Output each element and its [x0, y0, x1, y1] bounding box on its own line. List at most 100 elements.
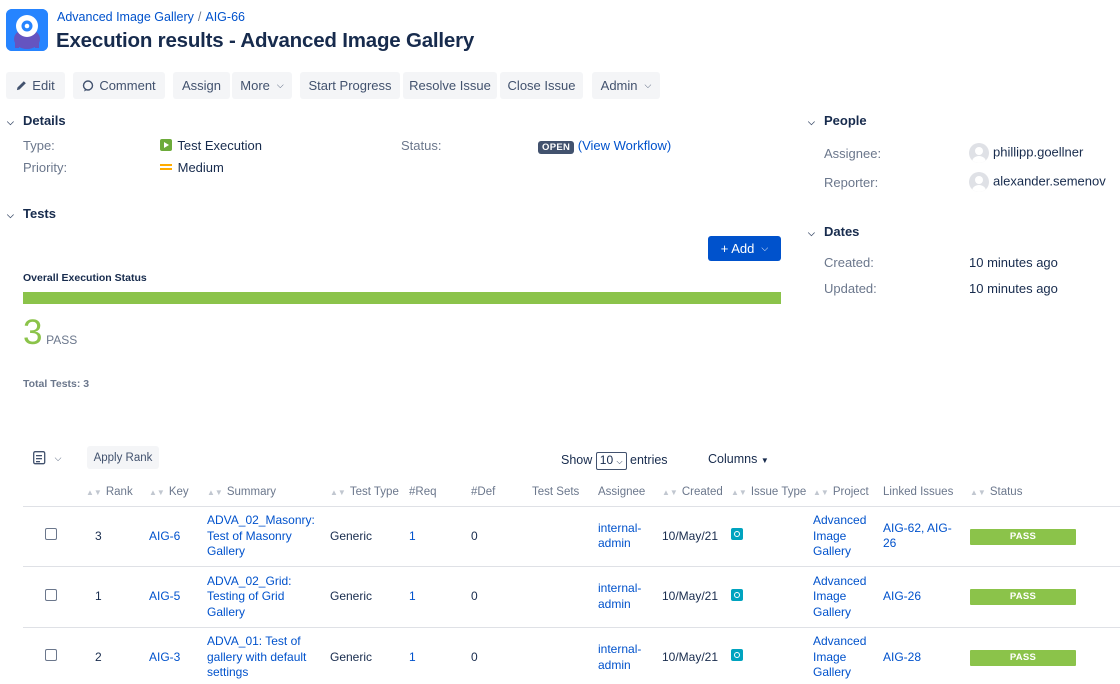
- column-header-test-type[interactable]: ▲▼ Test Type: [330, 478, 409, 506]
- priority-medium-icon: [160, 164, 172, 170]
- summary-link[interactable]: ADVA_02_Grid: Testing of Grid Gallery: [207, 574, 292, 619]
- req-link[interactable]: 1: [409, 529, 416, 543]
- status-cell: PASS: [970, 566, 1120, 627]
- pencil-icon: [17, 81, 27, 91]
- summary-link[interactable]: ADVA_01: Test of gallery with default se…: [207, 634, 306, 679]
- summary-cell: ADVA_02_Grid: Testing of Grid Gallery: [207, 566, 330, 627]
- req-link[interactable]: 1: [409, 589, 416, 603]
- project-link[interactable]: Advanced Image Gallery: [813, 513, 866, 558]
- chevron-down-icon: ⌵: [644, 80, 652, 90]
- breadcrumb-separator: /: [197, 10, 202, 24]
- column-header-label: Project: [832, 485, 869, 498]
- select-column-header: [23, 478, 86, 506]
- row-actions-menu[interactable]: ⌵: [33, 449, 61, 465]
- more-button[interactable]: More ⌵: [232, 72, 292, 99]
- assignee-name: phillipp.goellner: [993, 144, 1084, 160]
- pass-count: 3: [23, 313, 43, 352]
- dates-toggle[interactable]: ⌵ Dates: [808, 224, 859, 239]
- column-header-status[interactable]: ▲▼ Status: [970, 478, 1120, 506]
- breadcrumb-project-link[interactable]: Advanced Image Gallery: [57, 10, 194, 24]
- entries-select-value: 10: [599, 453, 614, 467]
- column-header-rank[interactable]: ▲▼ Rank: [86, 478, 149, 506]
- chevron-down-icon: ⌵: [761, 243, 769, 253]
- summary-link[interactable]: ADVA_02_Masonry: Test of Masonry Gallery: [207, 513, 315, 558]
- view-workflow-close-paren: ): [666, 138, 672, 153]
- test-issue-type-icon: [731, 528, 743, 540]
- assign-button[interactable]: Assign: [173, 72, 230, 99]
- assignee-link[interactable]: internal-admin: [598, 581, 641, 611]
- created-cell: 10/May/21: [662, 626, 731, 684]
- table-row: 1 AIG-5 ADVA_02_Grid: Testing of Grid Ga…: [23, 566, 1120, 627]
- issue-type-cell: [731, 626, 813, 684]
- breadcrumb-issue-link[interactable]: AIG-66: [205, 10, 245, 24]
- resolve-issue-button[interactable]: Resolve Issue: [403, 72, 497, 99]
- assignee-link[interactable]: internal-admin: [598, 521, 641, 551]
- reporter-value[interactable]: alexander.semenov: [969, 172, 1106, 192]
- test-type-cell: Generic: [330, 566, 409, 627]
- req-link[interactable]: 1: [409, 650, 416, 664]
- created-label: Created:: [824, 255, 874, 270]
- column-header-key[interactable]: ▲▼ Key: [149, 478, 207, 506]
- details-toggle[interactable]: ⌵ Details: [7, 113, 66, 128]
- row-checkbox[interactable]: [45, 649, 57, 662]
- project-link[interactable]: Advanced Image Gallery: [813, 574, 866, 619]
- column-header-summary[interactable]: ▲▼ Summary: [207, 478, 330, 506]
- row-checkbox[interactable]: [45, 588, 57, 601]
- chevron-down-icon: ⌵: [808, 228, 815, 238]
- admin-label: Admin: [600, 78, 638, 93]
- row-checkbox[interactable]: [45, 528, 57, 540]
- column-header-project[interactable]: ▲▼ Project: [813, 478, 883, 506]
- show-entries: Show 10 ⌵ entries: [561, 452, 668, 470]
- entries-select[interactable]: 10 ⌵: [595, 452, 627, 470]
- breadcrumb: Advanced Image Gallery / AIG-66: [57, 10, 245, 24]
- sort-icon: ▲▼: [970, 487, 986, 497]
- project-avatar[interactable]: [6, 9, 48, 51]
- key-link[interactable]: AIG-3: [149, 650, 180, 664]
- key-link[interactable]: AIG-6: [149, 529, 180, 543]
- comment-button[interactable]: Comment: [73, 72, 165, 99]
- people-toggle[interactable]: ⌵ People: [808, 113, 867, 128]
- priority-value-text: Medium: [177, 160, 224, 175]
- tests-toggle[interactable]: ⌵ Tests: [7, 206, 56, 221]
- type-value-text: Test Execution: [177, 138, 262, 153]
- column-header-req: #Req: [409, 478, 471, 506]
- pass-summary: 3 PASS: [23, 313, 77, 353]
- column-header-label: Assignee: [598, 485, 646, 498]
- entries-label: entries: [630, 453, 668, 467]
- add-button[interactable]: + Add ⌵: [708, 236, 781, 261]
- dates-heading: Dates: [824, 224, 860, 239]
- start-progress-button[interactable]: Start Progress: [300, 72, 400, 99]
- key-link[interactable]: AIG-5: [149, 589, 180, 603]
- column-header-label: Created: [681, 485, 723, 498]
- columns-dropdown[interactable]: Columns ▼: [708, 452, 769, 466]
- column-header-label: Test Type: [349, 485, 399, 498]
- def-cell: 0: [471, 626, 532, 684]
- status-label: Status:: [401, 138, 442, 153]
- table-row: 3 AIG-6 ADVA_02_Masonry: Test of Masonry…: [23, 505, 1120, 567]
- linked-issues-link[interactable]: AIG-28: [883, 650, 921, 664]
- show-label: Show: [561, 453, 593, 467]
- overall-execution-status-bar[interactable]: [23, 292, 781, 304]
- test-sets-cell: [532, 626, 598, 684]
- column-header-issue-type[interactable]: ▲▼ Issue Type: [731, 478, 813, 506]
- column-header-assignee: Assignee: [598, 478, 662, 506]
- assignee-value[interactable]: phillipp.goellner: [969, 143, 1083, 163]
- column-header-created[interactable]: ▲▼ Created: [662, 478, 731, 506]
- chevron-down-icon: ⌵: [54, 453, 62, 463]
- admin-button[interactable]: Admin ⌵: [592, 72, 660, 99]
- sort-icon: ▲▼: [86, 487, 102, 497]
- project-link[interactable]: Advanced Image Gallery: [813, 634, 866, 679]
- test-sets-cell: [532, 505, 598, 567]
- linked-issues-link[interactable]: AIG-26: [883, 589, 921, 603]
- view-workflow-link[interactable]: View Workflow: [582, 138, 667, 153]
- edit-button[interactable]: Edit: [6, 72, 65, 99]
- linked-issues-link[interactable]: AIG-62, AIG-26: [883, 521, 952, 551]
- comment-icon: [83, 79, 94, 91]
- column-header-label: #Def: [471, 485, 496, 498]
- close-issue-button[interactable]: Close Issue: [500, 72, 583, 99]
- sort-icon: ▲▼: [662, 487, 678, 497]
- assignee-link[interactable]: internal-admin: [598, 642, 641, 672]
- assignee-label: Assignee:: [824, 146, 882, 161]
- pass-word: PASS: [46, 333, 78, 347]
- apply-rank-button[interactable]: Apply Rank: [87, 446, 159, 469]
